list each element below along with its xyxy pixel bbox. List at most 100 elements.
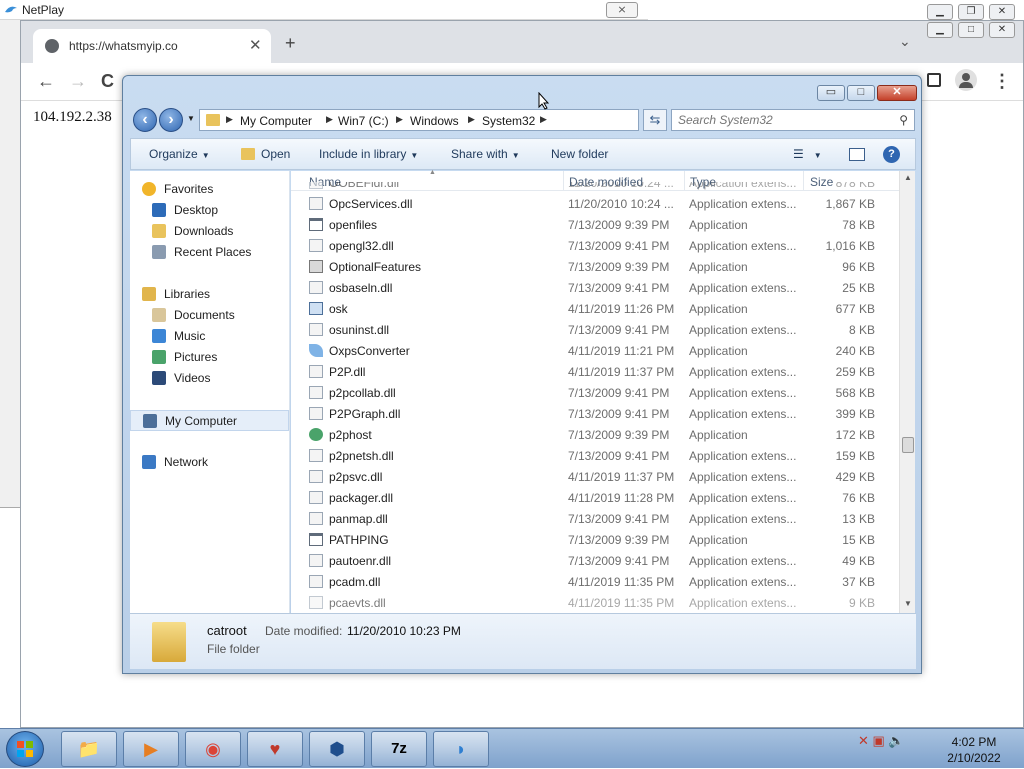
file-row[interactable]: osuninst.dll 7/13/2009 9:41 PM Application… [291,319,899,340]
7zip-taskbar-button[interactable]: 7z [371,731,427,767]
refresh-button[interactable]: ⇆ [643,109,667,131]
scrollbar-thumb[interactable] [902,437,914,453]
nav-item-label: Recent Places [174,245,252,259]
file-row[interactable]: OOBEFldr.dll 11/20/2010 10:24 ... Applicat… [291,182,899,193]
scroll-up-icon[interactable]: ▲ [904,173,912,182]
new-tab-button[interactable]: + [285,33,296,54]
recent-icon [152,245,166,259]
search-box[interactable]: ⚲ [671,109,915,131]
file-row[interactable]: OptionalFeatures 7/13/2009 9:39 PM Applica… [291,256,899,277]
breadcrumb-my-computer[interactable]: My Computer [240,114,312,128]
breadcrumb-separator[interactable]: ▶ [540,114,547,125]
file-row[interactable]: osbaseln.dll 7/13/2009 9:41 PM Application… [291,277,899,298]
restore-button[interactable]: ❐ [958,4,984,20]
file-type: Application [689,302,748,316]
breadcrumb-system32[interactable]: System32 [482,114,535,128]
virtualbox-taskbar-button[interactable]: ⬢ [309,731,365,767]
file-row[interactable]: panmap.dll 7/13/2009 9:41 PM Application e… [291,508,899,529]
breadcrumb-windows[interactable]: Windows [410,114,459,128]
file-row[interactable]: p2pcollab.dll 7/13/2009 9:41 PM Applicatio… [291,382,899,403]
explorer-maximize-button[interactable]: □ [847,85,875,101]
file-type: Application [689,344,748,358]
vertical-scrollbar[interactable]: ▲ ▼ [899,171,915,613]
system-tray-icons[interactable]: ✕ ▣ 🔈 [858,733,905,749]
file-row[interactable]: packager.dll 4/11/2019 11:28 PM Applicatio… [291,487,899,508]
breadcrumb-separator[interactable]: ▶ [468,114,475,125]
nav-item-documents[interactable]: Documents [130,305,289,326]
back-button[interactable]: ← [37,71,55,92]
file-row[interactable]: openfiles 7/13/2009 9:39 PM Application 78 … [291,214,899,235]
nav-item-recent-places[interactable]: Recent Places [130,242,289,263]
browser-tab[interactable]: https://whatsmyip.co ✕ [33,29,271,63]
breadcrumb-separator[interactable]: ▶ [326,114,333,125]
close-button[interactable]: ✕ [989,22,1015,38]
clock[interactable]: 4:02 PM 2/10/2022 [942,734,1006,766]
nav-item-videos[interactable]: Videos [130,368,289,389]
views-icon[interactable]: ☰ ▼ [793,147,822,161]
forward-button[interactable]: → [69,71,87,92]
recent-pages-icon[interactable]: ▼ [187,114,195,123]
file-name: OxpsConverter [329,344,410,358]
back-button[interactable]: ‹ [133,108,157,132]
forward-button[interactable]: › [159,108,183,132]
nav-item-pictures[interactable]: Pictures [130,347,289,368]
reload-button[interactable]: C [101,71,114,92]
minimize-button[interactable]: ▁ [927,22,953,38]
tab-close-icon[interactable]: ✕ [249,36,262,54]
file-row[interactable]: P2PGraph.dll 7/13/2009 9:41 PM Application… [291,403,899,424]
nav-item-downloads[interactable]: Downloads [130,221,289,242]
tab-search-button[interactable]: ⌄ [899,33,911,50]
file-row[interactable]: pcaevts.dll 4/11/2019 11:35 PM Application… [291,592,899,613]
media-player-taskbar-button[interactable]: ▶ [123,731,179,767]
close-button[interactable]: ✕ [989,4,1015,20]
file-row[interactable]: OxpsConverter 4/11/2019 11:21 PM Applicati… [291,340,899,361]
chrome-taskbar-button[interactable]: ◉ [185,731,241,767]
file-row[interactable]: PATHPING 7/13/2009 9:39 PM Application 15 K… [291,529,899,550]
new-folder-button[interactable]: New folder [551,147,608,161]
scroll-down-icon[interactable]: ▼ [904,599,912,608]
search-icon[interactable]: ⚲ [899,113,908,127]
share-with-button[interactable]: Share with ▼ [451,147,520,161]
side-panel-icon[interactable] [927,73,941,87]
file-row[interactable]: p2pnetsh.dll 7/13/2009 9:41 PM Application… [291,445,899,466]
heart-app-taskbar-button[interactable]: ♥ [247,731,303,767]
file-row[interactable]: OpcServices.dll 11/20/2010 10:24 ... Appli… [291,193,899,214]
minimize-button[interactable]: ▁ [927,4,953,20]
nav-item-favorites[interactable]: Favorites [130,179,289,200]
address-bar[interactable]: ▶ My Computer ▶ Win7 (C:) ▶ Windows ▶ Sy… [199,109,703,131]
file-row[interactable]: P2P.dll 4/11/2019 11:37 PM Application ext… [291,361,899,382]
open-button[interactable]: Open [261,147,290,161]
nav-item-libraries[interactable]: Libraries [130,284,289,305]
dolphin-taskbar-button[interactable]: ◗ [433,731,489,767]
netplay-titlebar[interactable]: NetPlay ⨯ [0,0,648,20]
file-row[interactable]: p2phost 7/13/2009 9:39 PM Application 172 K… [291,424,899,445]
explorer-close-button[interactable]: ✕ [877,85,917,101]
include-in-library-button[interactable]: Include in library ▼ [319,147,418,161]
breadcrumb-drive[interactable]: Win7 (C:) [338,114,389,128]
start-button[interactable] [6,731,44,767]
nav-item-my-computer[interactable]: My Computer [130,410,289,431]
file-row[interactable]: osk 4/11/2019 11:26 PM Application 677 KB [291,298,899,319]
nav-item-music[interactable]: Music [130,326,289,347]
computer-icon [143,414,157,428]
netplay-close-button[interactable]: ⨯ [606,2,638,18]
search-input[interactable] [678,113,888,127]
file-date: 7/13/2009 9:41 PM [568,281,670,295]
explorer-taskbar-button[interactable]: 📁 [61,731,117,767]
nav-item-network[interactable]: Network [130,452,289,473]
maximize-button[interactable]: □ [958,22,984,38]
breadcrumb-separator[interactable]: ▶ [396,114,403,125]
preview-pane-icon[interactable] [849,148,865,161]
organize-button[interactable]: Organize ▼ [149,147,210,161]
file-row[interactable]: p2psvc.dll 4/11/2019 11:37 PM Application … [291,466,899,487]
file-row[interactable]: pcadm.dll 4/11/2019 11:35 PM Application e… [291,571,899,592]
file-row[interactable]: opengl32.dll 7/13/2009 9:41 PM Application… [291,235,899,256]
help-icon[interactable]: ? [883,146,900,163]
file-type: Application extens... [689,596,797,610]
menu-icon[interactable]: ⋮ [993,71,1011,92]
file-size: 8 KB [848,323,875,337]
explorer-minimize-button[interactable]: ▭ [817,85,845,101]
file-row[interactable]: pautoenr.dll 7/13/2009 9:41 PM Application… [291,550,899,571]
nav-item-desktop[interactable]: Desktop [130,200,289,221]
profile-avatar[interactable] [955,69,977,91]
